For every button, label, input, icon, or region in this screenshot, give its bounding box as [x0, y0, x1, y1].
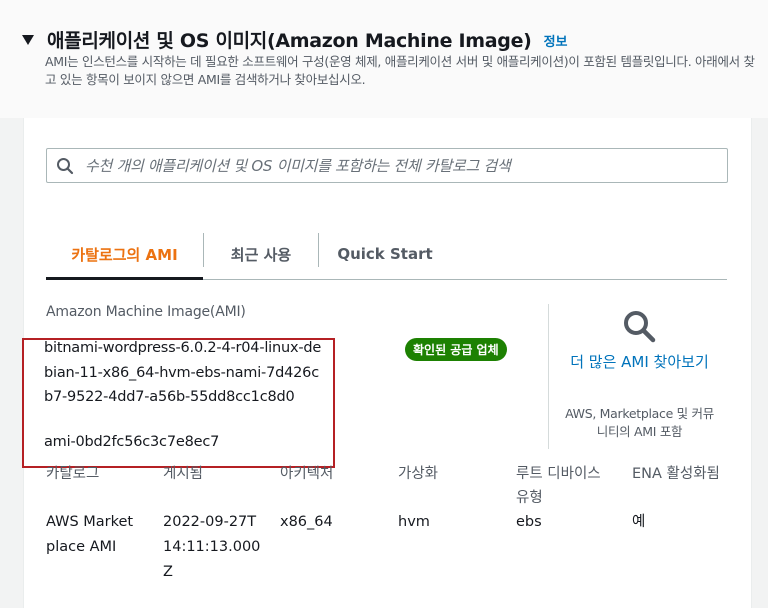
search-icon — [55, 156, 75, 176]
attribute-value: ebs — [516, 514, 542, 530]
section-header: 애플리케이션 및 OS 이미지(Amazon Machine Image) 정보… — [0, 0, 768, 118]
browse-more-ami-link[interactable]: 더 많은 AMI 찾아보기 — [562, 350, 717, 374]
verified-provider-badge: 확인된 공급 업체 — [405, 338, 507, 361]
attribute-value: 2022-09-27T14:11:13.000Z — [163, 514, 261, 580]
vertical-divider — [548, 304, 549, 449]
attribute-label: 게시됨 — [163, 466, 204, 482]
caret-down-icon[interactable] — [22, 35, 34, 45]
section-title-row[interactable]: 애플리케이션 및 OS 이미지(Amazon Machine Image) 정보 — [22, 26, 567, 53]
search-icon[interactable] — [621, 308, 657, 344]
attribute-label: 가상화 — [398, 466, 439, 482]
ami-id: ami-0bd2fc56c3c7e8ec7 — [44, 434, 220, 450]
attribute-catalog: 카탈로그 AWS Marketplace AMI — [46, 462, 151, 560]
section-description: AMI는 인스턴스를 시작하는 데 필요한 소프트웨어 구성(운영 체제, 애플… — [45, 54, 755, 87]
attribute-ena-enabled: ENA 활성화됨 예 — [632, 462, 737, 535]
attribute-virtualization: 가상화 hvm — [398, 462, 503, 535]
tab-label: Quick Start — [337, 245, 433, 263]
section-title: 애플리케이션 및 OS 이미지(Amazon Machine Image) — [47, 30, 532, 52]
tab-catalog-ami[interactable]: 카탈로그의 AMI — [46, 229, 203, 280]
attribute-label: 루트 디바이스 유형 — [516, 466, 601, 506]
attribute-root-device-type: 루트 디바이스 유형 ebs — [516, 462, 621, 535]
tab-label: 최근 사용 — [230, 245, 292, 264]
tab-quick-start[interactable]: Quick Start — [319, 229, 451, 279]
search-input[interactable] — [83, 155, 717, 176]
attribute-architecture: 아키텍처 x86_64 — [280, 462, 385, 535]
attribute-label: 카탈로그 — [46, 466, 100, 482]
info-link[interactable]: 정보 — [544, 31, 568, 50]
ami-section-label: Amazon Machine Image(AMI) — [46, 304, 246, 320]
attribute-value: 예 — [632, 514, 646, 530]
tab-label: 카탈로그의 AMI — [71, 245, 178, 264]
ami-name: bitnami-wordpress-6.0.2-4-r04-linux-debi… — [44, 340, 322, 405]
ami-tabs: 카탈로그의 AMI 최근 사용 Quick Start — [46, 229, 727, 280]
attribute-value: x86_64 — [280, 514, 333, 530]
attribute-published: 게시됨 2022-09-27T14:11:13.000Z — [163, 462, 268, 585]
attribute-label: ENA 활성화됨 — [632, 466, 720, 482]
browse-more-ami-description: AWS, Marketplace 및 커뮤니티의 AMI 포함 — [565, 406, 714, 439]
tab-recently-used[interactable]: 최근 사용 — [204, 229, 318, 279]
ami-panel: 카탈로그의 AMI 최근 사용 Quick Start Amazon Machi… — [22, 118, 752, 608]
attribute-label: 아키텍처 — [280, 466, 334, 482]
search-box[interactable] — [46, 148, 728, 183]
attribute-value: AWS Marketplace AMI — [46, 514, 134, 555]
attribute-value: hvm — [398, 514, 430, 530]
